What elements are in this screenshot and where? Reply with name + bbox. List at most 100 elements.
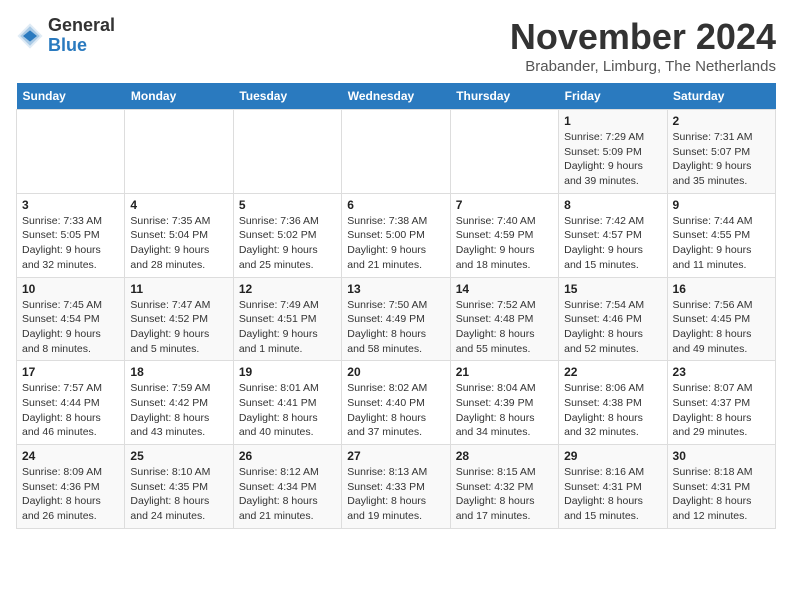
day-number: 4 — [130, 198, 227, 212]
day-number: 12 — [239, 282, 336, 296]
title-block: November 2024 Brabander, Limburg, The Ne… — [510, 16, 776, 75]
day-number: 6 — [347, 198, 444, 212]
day-cell: 10Sunrise: 7:45 AM Sunset: 4:54 PM Dayli… — [17, 277, 125, 361]
day-cell: 2 Sunrise: 7:31 AM Sunset: 5:07 PM Daylig… — [667, 110, 775, 194]
day-info: Sunrise: 8:06 AM Sunset: 4:38 PM Dayligh… — [564, 381, 661, 440]
day-number: 11 — [130, 282, 227, 296]
day-cell: 8 Sunrise: 7:42 AM Sunset: 4:57 PM Daylig… — [559, 193, 667, 277]
day-number: 27 — [347, 449, 444, 463]
header-day-wednesday: Wednesday — [342, 83, 450, 110]
day-cell: 12 Sunrise: 7:49 AM Sunset: 4:51 PM Dayli… — [233, 277, 341, 361]
day-info: Sunrise: 8:09 AM Sunset: 4:36 PM Dayligh… — [22, 465, 119, 524]
day-cell: 30 Sunrise: 8:18 AM Sunset: 4:31 PM Dayli… — [667, 445, 775, 529]
day-number: 23 — [673, 365, 770, 379]
header-day-tuesday: Tuesday — [233, 83, 341, 110]
day-number: 10 — [22, 282, 119, 296]
day-cell: 13Sunrise: 7:50 AM Sunset: 4:49 PM Dayli… — [342, 277, 450, 361]
logo-text: General Blue — [48, 16, 115, 56]
day-cell — [125, 110, 233, 194]
day-number: 9 — [673, 198, 770, 212]
day-cell: 20Sunrise: 8:02 AM Sunset: 4:40 PM Dayli… — [342, 361, 450, 445]
calendar-body: 1Sunrise: 7:29 AM Sunset: 5:09 PM Daylig… — [17, 110, 776, 529]
day-cell: 4 Sunrise: 7:35 AM Sunset: 5:04 PM Daylig… — [125, 193, 233, 277]
day-info: Sunrise: 7:42 AM Sunset: 4:57 PM Dayligh… — [564, 214, 661, 273]
day-number: 14 — [456, 282, 553, 296]
day-info: Sunrise: 7:33 AM Sunset: 5:05 PM Dayligh… — [22, 214, 119, 273]
day-cell: 14 Sunrise: 7:52 AM Sunset: 4:48 PM Dayli… — [450, 277, 558, 361]
day-info: Sunrise: 7:57 AM Sunset: 4:44 PM Dayligh… — [22, 381, 119, 440]
day-cell: 23 Sunrise: 8:07 AM Sunset: 4:37 PM Dayli… — [667, 361, 775, 445]
day-cell: 6 Sunrise: 7:38 AM Sunset: 5:00 PM Daylig… — [342, 193, 450, 277]
day-number: 2 — [673, 114, 770, 128]
day-info: Sunrise: 7:52 AM Sunset: 4:48 PM Dayligh… — [456, 298, 553, 357]
day-number: 26 — [239, 449, 336, 463]
day-cell: 18 Sunrise: 7:59 AM Sunset: 4:42 PM Dayli… — [125, 361, 233, 445]
day-info: Sunrise: 7:35 AM Sunset: 5:04 PM Dayligh… — [130, 214, 227, 273]
day-info: Sunrise: 7:49 AM Sunset: 4:51 PM Dayligh… — [239, 298, 336, 357]
day-info: Sunrise: 8:15 AM Sunset: 4:32 PM Dayligh… — [456, 465, 553, 524]
day-number: 5 — [239, 198, 336, 212]
day-cell: 27 Sunrise: 8:13 AM Sunset: 4:33 PM Dayli… — [342, 445, 450, 529]
page-header: General Blue November 2024 Brabander, Li… — [16, 16, 776, 75]
day-number: 22 — [564, 365, 661, 379]
day-info: Sunrise: 7:29 AM Sunset: 5:09 PM Dayligh… — [564, 130, 661, 189]
day-cell: 9Sunrise: 7:44 AM Sunset: 4:55 PM Daylig… — [667, 193, 775, 277]
day-info: Sunrise: 7:38 AM Sunset: 5:00 PM Dayligh… — [347, 214, 444, 273]
calendar-header: SundayMondayTuesdayWednesdayThursdayFrid… — [17, 83, 776, 110]
day-cell: 19 Sunrise: 8:01 AM Sunset: 4:41 PM Dayli… — [233, 361, 341, 445]
week-row-5: 24 Sunrise: 8:09 AM Sunset: 4:36 PM Dayli… — [17, 445, 776, 529]
week-row-2: 3 Sunrise: 7:33 AM Sunset: 5:05 PM Daylig… — [17, 193, 776, 277]
day-cell: 16 Sunrise: 7:56 AM Sunset: 4:45 PM Dayli… — [667, 277, 775, 361]
day-cell: 22 Sunrise: 8:06 AM Sunset: 4:38 PM Dayli… — [559, 361, 667, 445]
day-number: 19 — [239, 365, 336, 379]
day-info: Sunrise: 8:07 AM Sunset: 4:37 PM Dayligh… — [673, 381, 770, 440]
header-day-friday: Friday — [559, 83, 667, 110]
day-number: 18 — [130, 365, 227, 379]
day-number: 16 — [673, 282, 770, 296]
day-cell: 15 Sunrise: 7:54 AM Sunset: 4:46 PM Dayli… — [559, 277, 667, 361]
day-number: 24 — [22, 449, 119, 463]
day-info: Sunrise: 7:59 AM Sunset: 4:42 PM Dayligh… — [130, 381, 227, 440]
header-day-sunday: Sunday — [17, 83, 125, 110]
day-number: 21 — [456, 365, 553, 379]
location-subtitle: Brabander, Limburg, The Netherlands — [510, 58, 776, 75]
day-number: 17 — [22, 365, 119, 379]
day-info: Sunrise: 7:56 AM Sunset: 4:45 PM Dayligh… — [673, 298, 770, 357]
day-info: Sunrise: 7:36 AM Sunset: 5:02 PM Dayligh… — [239, 214, 336, 273]
logo-blue-text: Blue — [48, 36, 115, 56]
day-number: 25 — [130, 449, 227, 463]
header-day-thursday: Thursday — [450, 83, 558, 110]
day-cell: 29Sunrise: 8:16 AM Sunset: 4:31 PM Dayli… — [559, 445, 667, 529]
day-cell: 25Sunrise: 8:10 AM Sunset: 4:35 PM Dayli… — [125, 445, 233, 529]
day-cell: 17 Sunrise: 7:57 AM Sunset: 4:44 PM Dayli… — [17, 361, 125, 445]
day-number: 3 — [22, 198, 119, 212]
day-number: 7 — [456, 198, 553, 212]
day-info: Sunrise: 7:31 AM Sunset: 5:07 PM Dayligh… — [673, 130, 770, 189]
day-info: Sunrise: 8:01 AM Sunset: 4:41 PM Dayligh… — [239, 381, 336, 440]
day-cell: 28 Sunrise: 8:15 AM Sunset: 4:32 PM Dayli… — [450, 445, 558, 529]
day-cell — [342, 110, 450, 194]
header-row: SundayMondayTuesdayWednesdayThursdayFrid… — [17, 83, 776, 110]
day-info: Sunrise: 8:12 AM Sunset: 4:34 PM Dayligh… — [239, 465, 336, 524]
day-number: 28 — [456, 449, 553, 463]
day-number: 29 — [564, 449, 661, 463]
day-info: Sunrise: 8:18 AM Sunset: 4:31 PM Dayligh… — [673, 465, 770, 524]
day-cell: 21 Sunrise: 8:04 AM Sunset: 4:39 PM Dayli… — [450, 361, 558, 445]
day-number: 15 — [564, 282, 661, 296]
day-number: 30 — [673, 449, 770, 463]
day-number: 13 — [347, 282, 444, 296]
day-cell — [233, 110, 341, 194]
day-number: 8 — [564, 198, 661, 212]
day-info: Sunrise: 7:54 AM Sunset: 4:46 PM Dayligh… — [564, 298, 661, 357]
logo-general-text: General — [48, 16, 115, 36]
day-info: Sunrise: 8:13 AM Sunset: 4:33 PM Dayligh… — [347, 465, 444, 524]
day-cell: 3 Sunrise: 7:33 AM Sunset: 5:05 PM Daylig… — [17, 193, 125, 277]
week-row-3: 10Sunrise: 7:45 AM Sunset: 4:54 PM Dayli… — [17, 277, 776, 361]
day-cell — [450, 110, 558, 194]
logo: General Blue — [16, 16, 115, 56]
day-cell — [17, 110, 125, 194]
day-cell: 26 Sunrise: 8:12 AM Sunset: 4:34 PM Dayli… — [233, 445, 341, 529]
calendar-table: SundayMondayTuesdayWednesdayThursdayFrid… — [16, 83, 776, 529]
day-number: 20 — [347, 365, 444, 379]
day-info: Sunrise: 8:04 AM Sunset: 4:39 PM Dayligh… — [456, 381, 553, 440]
